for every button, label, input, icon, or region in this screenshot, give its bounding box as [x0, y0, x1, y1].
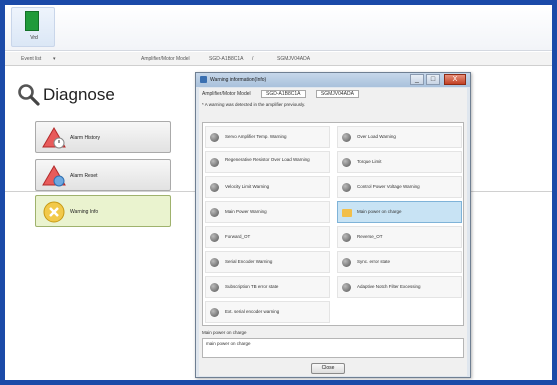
status-light-icon	[342, 258, 351, 267]
warning-item[interactable]: Servo Amplifier Temp. Warning	[205, 126, 330, 148]
warning-item[interactable]: Forward_OT	[205, 226, 330, 248]
close-button[interactable]: Close	[311, 363, 345, 374]
warning-info-button[interactable]: Warning Info	[35, 195, 171, 227]
dialog-body: Amplifier/Motor Model SGD-A1B8C1A SGMJV0…	[199, 88, 467, 376]
warning-item[interactable]: Control Power Voltage Warning	[337, 176, 462, 198]
warning-item[interactable]: Main Power Warning	[205, 201, 330, 223]
warning-item[interactable]: Regenerative Resistor Over Load Warning	[205, 151, 330, 173]
warning-item[interactable]: Sync. error state	[337, 251, 462, 273]
book-icon	[25, 11, 39, 31]
motor-model-value: SGD-A1B8C1A	[209, 56, 244, 62]
status-light-icon	[210, 308, 219, 317]
ribbon: Vrd	[5, 5, 552, 51]
status-light-icon	[342, 283, 351, 292]
warning-item[interactable]: Adaptive Notch Filter Excessing	[337, 276, 462, 298]
motor-model-value-2: SGMJV04ADA	[277, 56, 311, 62]
motor-model-label: Amplifier/Motor Model	[141, 56, 190, 62]
warning-item[interactable]: Serial Encoder Warning	[205, 251, 330, 273]
status-light-icon	[210, 283, 219, 292]
warning-item[interactable]: Subscription TB error state	[205, 276, 330, 298]
dialog-model-value-2: SGMJV04ADA	[315, 90, 359, 98]
warning-list: Servo Amplifier Temp. Warning Over Load …	[202, 122, 464, 326]
status-light-icon	[210, 258, 219, 267]
reason-textbox[interactable]: main power on charge	[202, 338, 464, 358]
page-title: Diagnose	[43, 85, 115, 104]
app-launch-button[interactable]: Vrd	[11, 7, 55, 47]
app-window: Vrd Event list ▾ Amplifier/Motor Model S…	[0, 0, 557, 385]
info-bar: Event list ▾ Amplifier/Motor Model SGD-A…	[5, 52, 552, 66]
alarm-history-button[interactable]: Alarm History	[35, 121, 171, 153]
dialog-model-label: Amplifier/Motor Model	[202, 91, 251, 97]
status-light-icon	[210, 208, 219, 217]
dialog-model-row: Amplifier/Motor Model SGD-A1B8C1A SGMJV0…	[202, 90, 368, 98]
dialog-note: * A warning was detected in the amplifie…	[202, 102, 306, 107]
minimize-button[interactable]: _	[410, 74, 424, 85]
status-light-icon	[342, 183, 351, 192]
folder-icon	[342, 209, 352, 217]
alarm-history-icon	[42, 127, 66, 149]
alarm-reset-button[interactable]: Alarm Reset	[35, 159, 171, 191]
event-list-label: Event list	[21, 56, 42, 62]
magnifier-icon	[18, 84, 40, 106]
alarm-reset-label: Alarm Reset	[70, 173, 98, 179]
warning-dialog: Warning information(Info) _ □ X Amplifie…	[195, 72, 471, 378]
alarm-reset-icon	[42, 165, 66, 187]
close-window-button[interactable]: X	[444, 74, 466, 85]
status-light-icon	[342, 133, 351, 142]
warning-item[interactable]: Torque Limit	[337, 151, 462, 173]
maximize-button[interactable]: □	[426, 74, 440, 85]
alarm-history-label: Alarm History	[70, 135, 101, 141]
status-light-icon	[210, 158, 219, 167]
warning-item[interactable]: Reverse_OT	[337, 226, 462, 248]
status-light-icon	[210, 133, 219, 142]
warning-item[interactable]: Velocity Limit Warning	[205, 176, 330, 198]
status-light-icon	[210, 183, 219, 192]
motor-model-separator: /	[252, 56, 254, 62]
warning-item[interactable]: Over Load Warning	[337, 126, 462, 148]
reason-label: Main power on charge	[202, 330, 247, 335]
status-light-icon	[342, 158, 351, 167]
warning-item-active[interactable]: Main power on charge	[337, 201, 462, 223]
dialog-titlebar: Warning information(Info) _ □ X	[196, 73, 470, 87]
status-light-icon	[210, 233, 219, 242]
dialog-model-value: SGD-A1B8C1A	[261, 90, 306, 98]
warning-info-icon	[43, 201, 65, 223]
dialog-app-icon	[200, 76, 207, 83]
event-list-dropdown-icon[interactable]: ▾	[53, 56, 56, 62]
warning-item[interactable]: Ext. serial encoder warning	[205, 301, 330, 323]
dialog-title: Warning information(Info)	[210, 77, 267, 83]
status-light-icon	[342, 233, 351, 242]
app-launch-label: Vrd	[30, 35, 38, 41]
warning-info-label: Warning Info	[70, 209, 99, 215]
